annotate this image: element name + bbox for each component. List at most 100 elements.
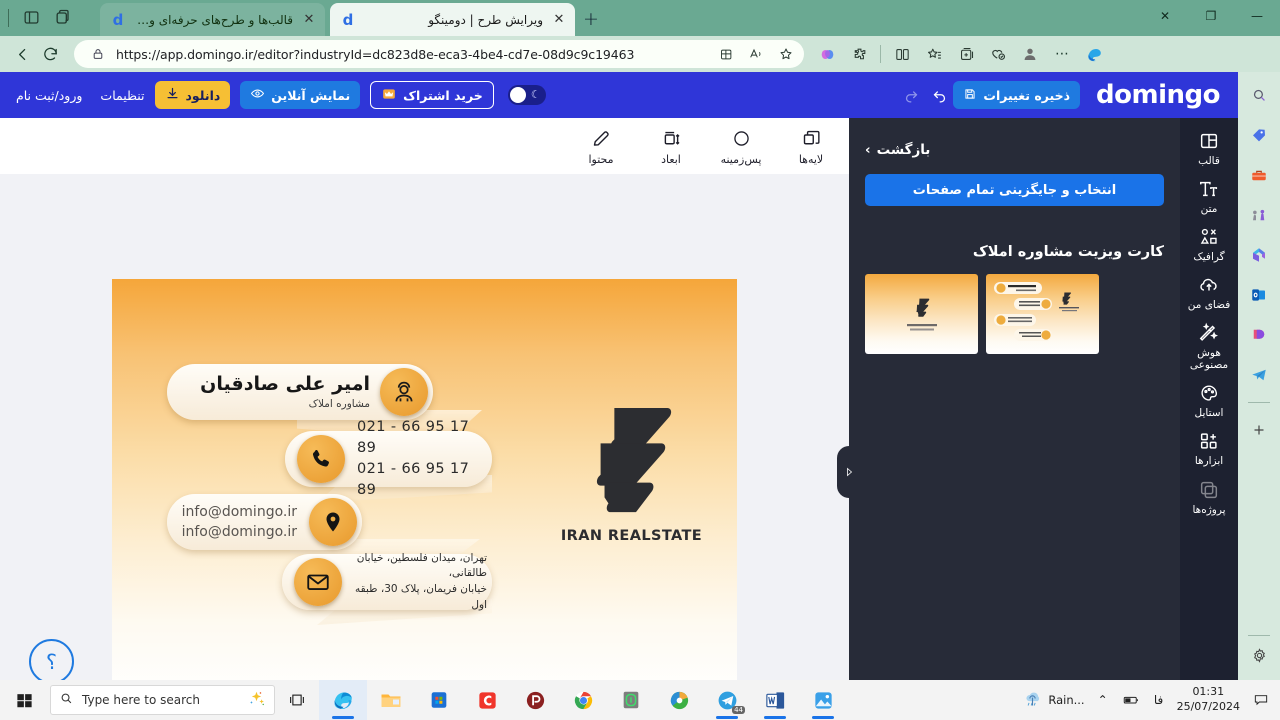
shopping-tag-icon[interactable] — [1246, 122, 1272, 148]
rail-item-tools[interactable]: ابزارها — [1182, 428, 1236, 467]
settings-link[interactable]: تنظیمات — [100, 88, 144, 103]
add-icon[interactable] — [1246, 417, 1272, 443]
auth-link[interactable]: ورود/ثبت نام — [16, 88, 82, 103]
new-tab-button[interactable]: + — [580, 8, 602, 30]
favorites-icon[interactable] — [919, 40, 949, 68]
back-button[interactable] — [8, 40, 36, 68]
telegram-icon[interactable] — [1246, 362, 1272, 388]
more-options-icon[interactable]: ⋯ — [1047, 40, 1077, 68]
magic-wand-icon — [1198, 320, 1220, 346]
taskbar-app-green[interactable] — [607, 680, 655, 720]
split-screen-icon[interactable] — [887, 40, 917, 68]
taskbar-app-pixellab[interactable] — [511, 680, 559, 720]
battery-icon[interactable] — [1121, 690, 1141, 710]
rail-item-projects[interactable]: پروژه‌ها — [1182, 477, 1236, 516]
window-maximize-button[interactable]: ❐ — [1188, 0, 1234, 32]
taskbar-app-file-explorer[interactable] — [367, 680, 415, 720]
extensions-puzzle-icon[interactable] — [844, 40, 874, 68]
rail-item-text[interactable]: متن — [1182, 176, 1236, 215]
taskbar-app-word[interactable] — [751, 680, 799, 720]
save-changes-button[interactable]: ذخیره تغییرات — [953, 81, 1081, 109]
panel-collapse-toggle[interactable] — [837, 446, 861, 498]
theme-toggle[interactable]: ☾ — [507, 85, 546, 105]
card-name-pill[interactable]: امیر علی صادقیان مشاوره املاک — [167, 364, 433, 420]
task-view-icon[interactable] — [275, 680, 319, 720]
taskbar-app-idm[interactable] — [655, 680, 703, 720]
back-button[interactable]: بازگشت › — [865, 142, 1164, 158]
card-email-pill[interactable]: info@domingo.ir info@domingo.ir — [167, 494, 362, 550]
rail-item-template[interactable]: قالب — [1182, 128, 1236, 167]
gear-icon[interactable] — [1246, 642, 1272, 668]
tool-background[interactable]: پس‌زمینه — [717, 127, 765, 166]
taskbar-clock[interactable]: 01:31 25/07/2024 — [1177, 685, 1240, 715]
notification-icon[interactable] — [1248, 687, 1274, 713]
taskbar-weather[interactable]: Rain... — [1022, 688, 1085, 712]
tab-close-icon[interactable]: ✕ — [551, 12, 567, 28]
designer-icon[interactable] — [1246, 322, 1272, 348]
pencil-icon — [591, 127, 612, 151]
taskbar-app-camtasia[interactable] — [463, 680, 511, 720]
tool-layers[interactable]: لایه‌ها — [787, 127, 835, 166]
windows-start-icon[interactable] — [0, 680, 48, 720]
toolbox-icon[interactable] — [1246, 162, 1272, 188]
window-close-button[interactable]: ✕ — [1142, 0, 1188, 32]
browser-essentials-icon[interactable] — [983, 40, 1013, 68]
rail-label: هوش مصنوعی — [1189, 347, 1229, 372]
tab-groups-icon[interactable] — [53, 8, 73, 28]
split-screen-icon[interactable] — [21, 8, 41, 28]
window-minimize-button[interactable]: — — [1234, 0, 1280, 32]
replace-all-pages-button[interactable]: انتخاب و جایگزینی تمام صفحات — [865, 174, 1164, 206]
rail-label: استایل — [1194, 407, 1224, 420]
template-grid-icon — [1198, 128, 1220, 154]
collections-icon[interactable] — [951, 40, 981, 68]
favorite-star-icon[interactable] — [774, 42, 798, 66]
taskbar-app-microsoft-store[interactable] — [415, 680, 463, 720]
dimensions-icon — [661, 127, 682, 151]
help-button[interactable]: ؟ — [29, 639, 74, 680]
outlook-icon[interactable] — [1246, 282, 1272, 308]
read-aloud-icon[interactable] — [744, 42, 768, 66]
card-person-role: مشاوره املاک — [308, 397, 370, 410]
reload-button[interactable] — [36, 40, 64, 68]
taskbar-app-chrome[interactable] — [559, 680, 607, 720]
canvas-area[interactable]: IRAN REALSTATE امیر علی صادقیان مشاوره ا… — [0, 174, 849, 680]
subscribe-button[interactable]: خرید اشتراک — [370, 81, 494, 109]
tool-content[interactable]: محتوا — [577, 127, 625, 166]
rail-item-style[interactable]: استایل — [1182, 380, 1236, 419]
card-address-pill[interactable]: تهران، میدان فلسطین، خیابان طالقانی، خیا… — [282, 552, 492, 611]
rail-item-graphics[interactable]: گرافیک — [1182, 224, 1236, 263]
card-phone-pill[interactable]: 021 - 66 95 17 89 021 - 66 95 17 89 — [285, 419, 492, 498]
address-bar[interactable]: https://app.domingo.ir/editor?industryId… — [74, 40, 804, 68]
browser-tab-inactive[interactable]: ✕ قالب‌ها و طرح‌های حرفه‌ای و رایگان d — [100, 3, 325, 36]
domingo-logo[interactable]: domingo — [1096, 80, 1220, 110]
card-logo[interactable]: IRAN REALSTATE — [549, 404, 714, 544]
business-card-design[interactable]: IRAN REALSTATE امیر علی صادقیان مشاوره ا… — [112, 279, 737, 680]
template-thumbnail-back[interactable] — [865, 274, 978, 354]
copilot-sidebar-icon[interactable] — [1079, 40, 1109, 68]
rail-item-myspace[interactable]: فضای من — [1182, 272, 1236, 311]
undo-button[interactable] — [925, 81, 953, 109]
rail-item-ai[interactable]: هوش مصنوعی — [1182, 320, 1236, 371]
template-thumbnail-front[interactable] — [986, 274, 1099, 354]
crown-icon — [381, 87, 397, 104]
taskbar-app-telegram[interactable]: 44 — [703, 680, 751, 720]
tab-close-icon[interactable]: ✕ — [301, 12, 317, 28]
rail-label: پروژه‌ها — [1192, 503, 1226, 516]
search-icon[interactable] — [1246, 82, 1272, 108]
redo-button[interactable] — [897, 81, 925, 109]
cloud-upload-icon — [1198, 272, 1220, 298]
taskbar-app-photos[interactable] — [799, 680, 847, 720]
download-button[interactable]: دانلود — [154, 81, 231, 109]
tool-dimensions[interactable]: ابعاد — [647, 127, 695, 166]
microsoft-365-icon[interactable] — [1246, 242, 1272, 268]
copilot-brain-icon[interactable] — [812, 40, 842, 68]
tray-chevron-icon[interactable]: ⌃ — [1093, 690, 1113, 710]
language-indicator[interactable]: فا — [1149, 690, 1169, 710]
browser-tab-active[interactable]: ✕ ویرایش طرح | دومینگو d — [330, 3, 575, 36]
taskbar-search-box[interactable]: Type here to search — [50, 685, 275, 715]
games-icon[interactable] — [1246, 202, 1272, 228]
online-preview-button[interactable]: نمایش آنلاین — [240, 81, 361, 109]
profile-avatar[interactable] — [1015, 40, 1045, 68]
split-tab-icon[interactable] — [714, 42, 738, 66]
taskbar-app-edge[interactable] — [319, 680, 367, 720]
